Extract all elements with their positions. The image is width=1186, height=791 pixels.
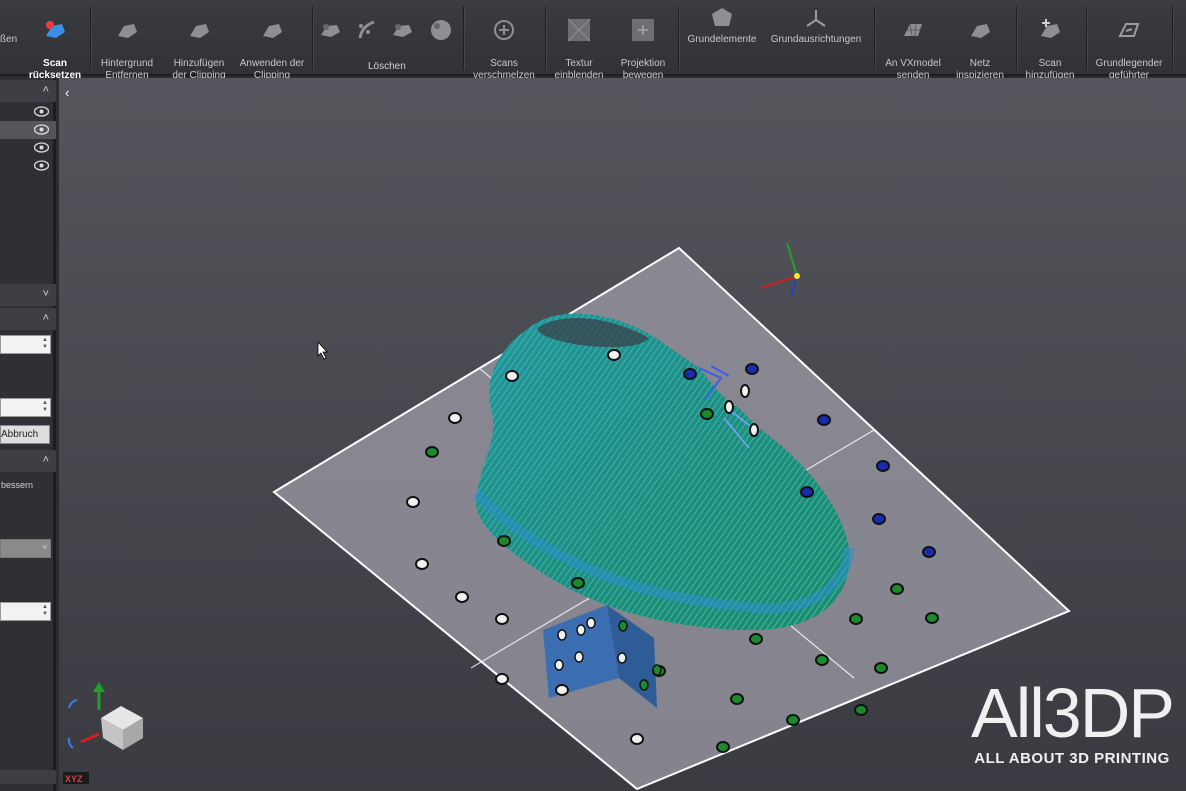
panel-footer-bar <box>0 770 56 784</box>
alignments-button[interactable]: Grundausrichtungen <box>766 4 866 72</box>
spin-arrows-icon: ▲ ▼ <box>42 400 48 413</box>
ribbon-toolbar: ßen Scan rücksetzen Hintergrund Entferne… <box>0 0 1186 93</box>
ribbon-partial-button[interactable]: ßen <box>0 4 18 72</box>
projection-icon <box>632 19 654 41</box>
expand-down-icon: ˅ <box>42 288 49 300</box>
primitives-button[interactable]: Grundelemente <box>684 4 760 72</box>
cancel-button[interactable]: Abbruch <box>0 425 50 444</box>
reset-scan-icon <box>46 21 65 38</box>
visibility-eye-icon[interactable] <box>34 142 49 153</box>
axis-label: XYZ <box>65 774 83 784</box>
options-section-header[interactable]: ˅ <box>0 284 56 306</box>
visibility-eye-icon[interactable] <box>34 124 49 135</box>
parameters-section-header[interactable]: ˄ <box>0 308 56 330</box>
scan-row[interactable] <box>0 139 56 157</box>
add-scan-button[interactable]: Scan hinzufügen <box>1020 4 1080 81</box>
scan-panel: ˄ ˅ ˄ ▲ ▼ ▲ ▼ Abbruch ˄ bessern ˅ ▲ ▼ <box>0 78 56 791</box>
remove-background-icon <box>118 24 137 38</box>
send-vxmodel-button[interactable]: An VXmodel senden <box>880 4 946 81</box>
remove-background-button[interactable]: Hintergrund Entfernen <box>96 4 158 81</box>
clipping-plane-icon <box>190 24 209 38</box>
mouse-cursor-icon <box>317 340 328 360</box>
primitives-icon <box>712 8 732 26</box>
alignments-label: Grundausrichtungen <box>770 34 862 45</box>
improve-label: bessern <box>1 480 34 490</box>
guided-workflow-button[interactable]: Grundlegender geführter Workflow <box>1092 4 1166 93</box>
delete-selection-icon[interactable] <box>318 18 344 42</box>
reset-scan-button[interactable]: Scan rücksetzen <box>24 4 86 81</box>
axes-icon <box>806 10 826 27</box>
spin-arrows-icon: ▲ ▼ <box>42 604 48 617</box>
scan-row[interactable] <box>0 103 56 121</box>
show-texture-button[interactable]: Textur einblenden <box>550 4 608 81</box>
spin-arrows-icon: ▲ ▼ <box>42 337 48 350</box>
mesh-icon <box>971 24 990 38</box>
scan-row-selected[interactable] <box>0 121 56 139</box>
visibility-eye-icon[interactable] <box>34 160 49 171</box>
clipping-reference-icon <box>263 24 282 38</box>
partial-label: ßen <box>0 34 18 45</box>
collapse-up-icon: ˄ <box>42 84 49 96</box>
3d-viewport[interactable]: ‹ XYZ All3DP ALL ABOUT 3D PRINTING <box>59 78 1186 791</box>
view-orientation-cube[interactable] <box>67 682 143 750</box>
scans-section-header[interactable]: ˄ <box>0 80 56 102</box>
watermark-tagline: ALL ABOUT 3D PRINTING <box>974 750 1170 767</box>
scan-row[interactable] <box>0 157 56 175</box>
vxmodel-icon <box>904 23 922 37</box>
parameter-spinbox[interactable]: ▲ ▼ <box>0 335 51 354</box>
method-dropdown[interactable]: ˅ <box>0 539 51 558</box>
apply-clipping-reference-button[interactable]: Anwenden der Clipping Referenz <box>236 4 308 93</box>
all3dp-watermark: All3DP ALL ABOUT 3D PRINTING <box>967 678 1177 767</box>
axis-gizmo <box>760 242 800 297</box>
delete-group-label: Löschen <box>368 61 406 72</box>
merge-scans-button[interactable]: Scans verschmelzen <box>470 4 538 81</box>
watermark-logo: All3DP <box>971 674 1175 752</box>
workflow-icon <box>1118 23 1140 37</box>
chevron-down-icon: ˅ <box>42 543 47 552</box>
collapse-up-icon: ˄ <box>42 312 49 324</box>
move-projection-button[interactable]: Projektion bewegen <box>614 4 672 81</box>
parameter-spinbox[interactable]: ▲ ▼ <box>0 398 51 417</box>
inspect-mesh-button[interactable]: Netz inspizieren <box>952 4 1008 81</box>
primitives-label: Grundelemente <box>687 34 757 45</box>
merge-scans-icon <box>494 20 514 40</box>
visibility-eye-icon[interactable] <box>34 106 49 117</box>
delete-region-icon[interactable] <box>390 18 416 42</box>
delete-all-icon[interactable] <box>428 18 454 42</box>
parameter-spinbox[interactable]: ▲ ▼ <box>0 602 51 621</box>
add-clipping-plane-button[interactable]: Hinzufügen der Clipping Ebene <box>166 4 232 93</box>
delete-isolated-icon[interactable] <box>354 18 380 42</box>
texture-icon <box>567 18 591 42</box>
add-scan-icon <box>1041 19 1060 38</box>
improve-section-header[interactable]: ˄ <box>0 450 56 472</box>
collapse-up-icon: ˄ <box>42 454 49 466</box>
